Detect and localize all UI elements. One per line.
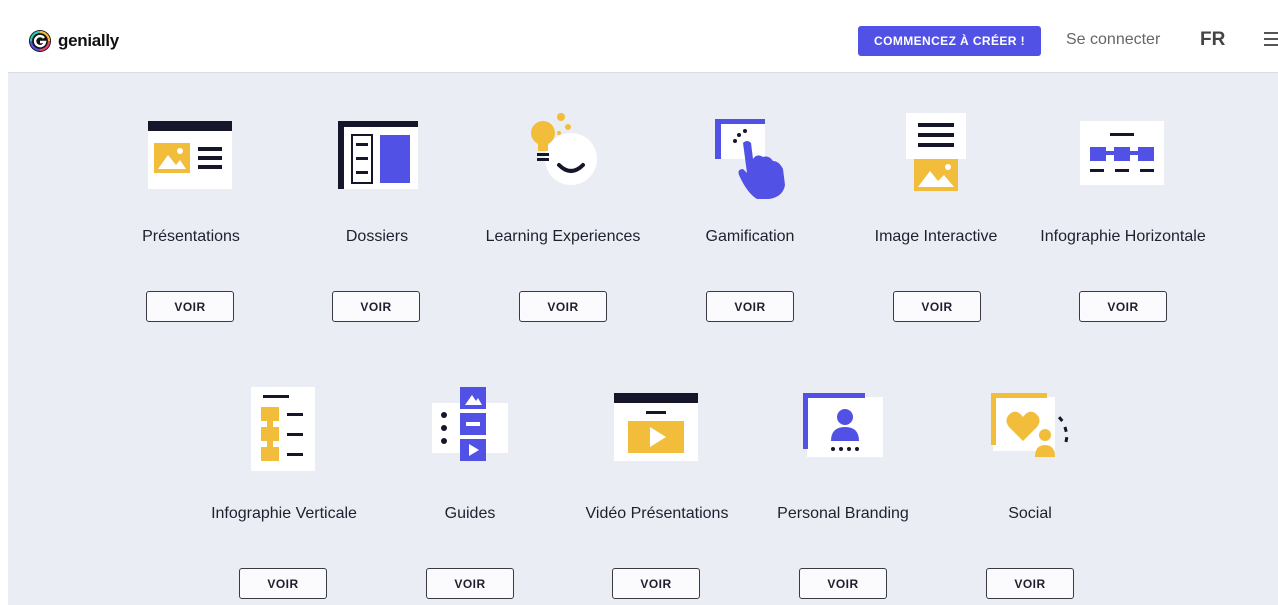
voir-button-dossiers[interactable]: VOIR: [332, 291, 420, 322]
start-creating-button[interactable]: COMMENCEZ À CRÉER !: [858, 26, 1041, 56]
voir-button-presentations[interactable]: VOIR: [146, 291, 234, 322]
template-gallery: Présentations VOIR Dossiers VOIR Learnin…: [8, 73, 1278, 605]
personal-branding-icon: [803, 393, 883, 457]
presentation-icon: [148, 121, 232, 189]
voir-button-infographie-horizontale[interactable]: VOIR: [1079, 291, 1167, 322]
brand-name: genially: [58, 31, 119, 50]
voir-button-social[interactable]: VOIR: [986, 568, 1074, 599]
horizontal-infographic-icon: [1080, 121, 1164, 185]
voir-button-infographie-verticale[interactable]: VOIR: [239, 568, 327, 599]
template-title: Social: [1008, 505, 1052, 522]
vertical-infographic-icon: [251, 387, 315, 471]
lightbulb-icon: [531, 113, 597, 185]
guide-icon: [432, 387, 508, 461]
interactive-image-icon: [906, 113, 966, 191]
template-title: Infographie Horizontale: [1040, 228, 1206, 245]
video-play-icon: [614, 393, 698, 461]
voir-button-image-interactive[interactable]: VOIR: [893, 291, 981, 322]
voir-button-video-presentations[interactable]: VOIR: [612, 568, 700, 599]
voir-button-learning-experiences[interactable]: VOIR: [519, 291, 607, 322]
voir-button-guides[interactable]: VOIR: [426, 568, 514, 599]
genially-logo-icon: [29, 30, 51, 52]
hand-pointer-icon: [715, 119, 785, 199]
language-selector[interactable]: FR: [1200, 29, 1225, 51]
login-link[interactable]: Se connecter: [1066, 31, 1160, 49]
voir-button-gamification[interactable]: VOIR: [706, 291, 794, 322]
dossier-icon: [338, 121, 418, 189]
genially-logo[interactable]: genially: [28, 29, 119, 53]
voir-button-personal-branding[interactable]: VOIR: [799, 568, 887, 599]
social-heart-icon: [991, 393, 1069, 457]
top-navbar: genially COMMENCEZ À CRÉER ! Se connecte…: [8, 10, 1278, 73]
hamburger-menu-icon[interactable]: [1264, 32, 1278, 48]
